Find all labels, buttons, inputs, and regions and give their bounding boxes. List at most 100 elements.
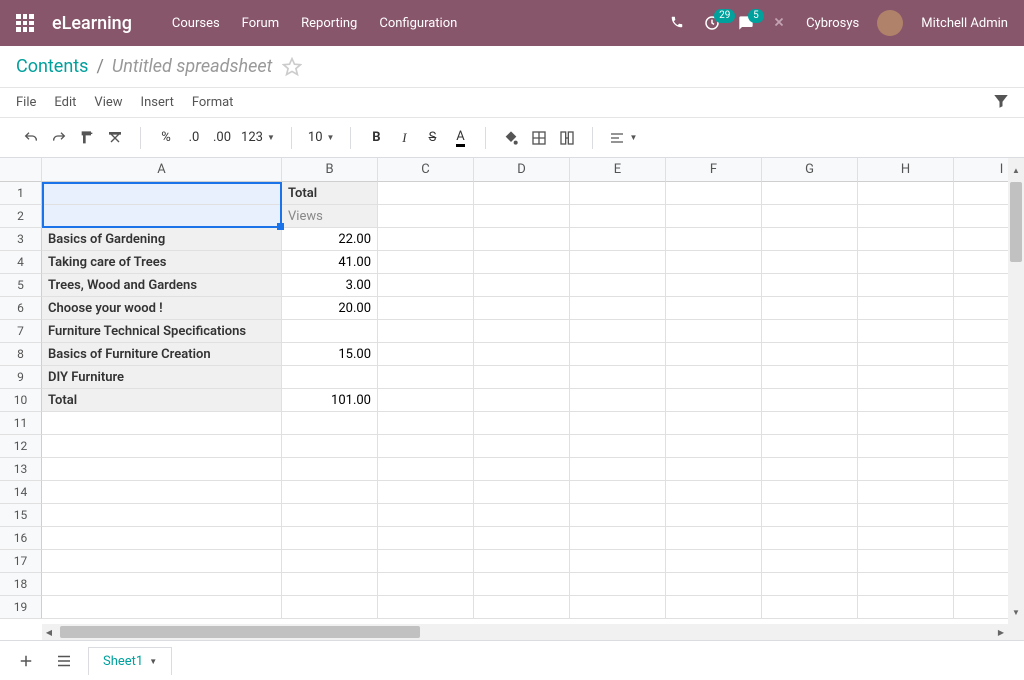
row-header[interactable]: 12	[0, 435, 42, 458]
cell[interactable]	[858, 297, 954, 320]
cell[interactable]	[666, 458, 762, 481]
add-sheet-button[interactable]	[12, 647, 40, 675]
cell[interactable]	[474, 481, 570, 504]
col-header[interactable]: E	[570, 158, 666, 182]
strike-button[interactable]: S	[419, 125, 445, 151]
cell[interactable]	[666, 573, 762, 596]
cell[interactable]: Choose your wood !	[42, 297, 282, 320]
cell[interactable]	[858, 481, 954, 504]
row-header[interactable]: 9	[0, 366, 42, 389]
font-size-button[interactable]: 10▼	[304, 125, 339, 151]
cell[interactable]	[762, 182, 858, 205]
cell[interactable]	[378, 297, 474, 320]
cell[interactable]	[762, 550, 858, 573]
cell[interactable]: Basics of Gardening	[42, 228, 282, 251]
cell[interactable]	[474, 205, 570, 228]
cell[interactable]	[858, 205, 954, 228]
cell[interactable]	[378, 481, 474, 504]
menu-insert[interactable]: Insert	[141, 95, 174, 110]
cell[interactable]	[282, 504, 378, 527]
col-header[interactable]: C	[378, 158, 474, 182]
cell[interactable]	[762, 573, 858, 596]
cell[interactable]	[570, 274, 666, 297]
cell[interactable]	[762, 205, 858, 228]
cell[interactable]	[570, 573, 666, 596]
cell[interactable]	[474, 366, 570, 389]
bold-button[interactable]: B	[363, 125, 389, 151]
cell[interactable]	[474, 435, 570, 458]
cell[interactable]	[42, 550, 282, 573]
cell[interactable]	[378, 435, 474, 458]
scrollbar-horizontal[interactable]: ◀ ▶	[42, 624, 1008, 640]
cell[interactable]	[570, 527, 666, 550]
row-header[interactable]: 6	[0, 297, 42, 320]
cell[interactable]	[570, 366, 666, 389]
favorite-icon[interactable]	[282, 57, 302, 77]
cell[interactable]: 41.00	[282, 251, 378, 274]
cell[interactable]	[570, 343, 666, 366]
row-header[interactable]: 11	[0, 412, 42, 435]
cell[interactable]	[858, 320, 954, 343]
scroll-right-icon[interactable]: ▶	[994, 628, 1008, 637]
cell[interactable]	[378, 550, 474, 573]
select-all-corner[interactable]	[0, 158, 42, 182]
cell[interactable]: 15.00	[282, 343, 378, 366]
cell[interactable]	[42, 205, 282, 228]
percent-button[interactable]: %	[153, 125, 179, 151]
row-header[interactable]: 1	[0, 182, 42, 205]
row-header[interactable]: 10	[0, 389, 42, 412]
cell[interactable]	[762, 320, 858, 343]
cell[interactable]	[474, 297, 570, 320]
row-header[interactable]: 14	[0, 481, 42, 504]
redo-icon[interactable]	[46, 125, 72, 151]
cell[interactable]	[378, 251, 474, 274]
borders-icon[interactable]	[526, 125, 552, 151]
nav-link-reporting[interactable]: Reporting	[301, 16, 357, 31]
row-header[interactable]: 19	[0, 596, 42, 619]
apps-icon[interactable]	[16, 14, 34, 32]
cell[interactable]	[378, 228, 474, 251]
cell[interactable]	[762, 251, 858, 274]
cell[interactable]	[858, 343, 954, 366]
cell[interactable]	[858, 228, 954, 251]
cell[interactable]	[42, 182, 282, 205]
cell[interactable]	[762, 481, 858, 504]
cell[interactable]: Views	[282, 205, 378, 228]
cell[interactable]	[858, 596, 954, 619]
cell[interactable]	[666, 228, 762, 251]
decrease-decimal-button[interactable]: .0	[181, 125, 207, 151]
cell[interactable]	[570, 550, 666, 573]
number-format-button[interactable]: 123▼	[237, 125, 279, 151]
cell[interactable]	[282, 596, 378, 619]
avatar[interactable]	[877, 10, 903, 36]
cell[interactable]	[858, 573, 954, 596]
cell[interactable]: Total	[42, 389, 282, 412]
cell[interactable]	[378, 182, 474, 205]
company-name[interactable]: Cybrosys	[806, 16, 859, 31]
cell[interactable]	[762, 435, 858, 458]
cell[interactable]	[762, 504, 858, 527]
cell[interactable]	[282, 481, 378, 504]
fill-color-icon[interactable]	[498, 125, 524, 151]
row-header[interactable]: 13	[0, 458, 42, 481]
col-header[interactable]: D	[474, 158, 570, 182]
cell[interactable]	[474, 274, 570, 297]
cell[interactable]	[282, 458, 378, 481]
nav-link-courses[interactable]: Courses	[172, 16, 220, 31]
italic-button[interactable]: I	[391, 125, 417, 151]
cell[interactable]	[858, 274, 954, 297]
nav-link-forum[interactable]: Forum	[242, 16, 279, 31]
cell[interactable]	[570, 412, 666, 435]
text-color-button[interactable]: A	[447, 125, 473, 151]
cell[interactable]	[378, 343, 474, 366]
close-icon[interactable]	[772, 15, 788, 31]
scrollbar-vertical[interactable]: ▲ ▼	[1008, 158, 1024, 640]
cell[interactable]	[282, 412, 378, 435]
cell[interactable]	[282, 527, 378, 550]
cell[interactable]	[378, 573, 474, 596]
cell[interactable]	[474, 228, 570, 251]
cell[interactable]: Furniture Technical Specifications	[42, 320, 282, 343]
breadcrumb-root[interactable]: Contents	[16, 56, 88, 77]
cell[interactable]: 20.00	[282, 297, 378, 320]
cell[interactable]	[282, 320, 378, 343]
